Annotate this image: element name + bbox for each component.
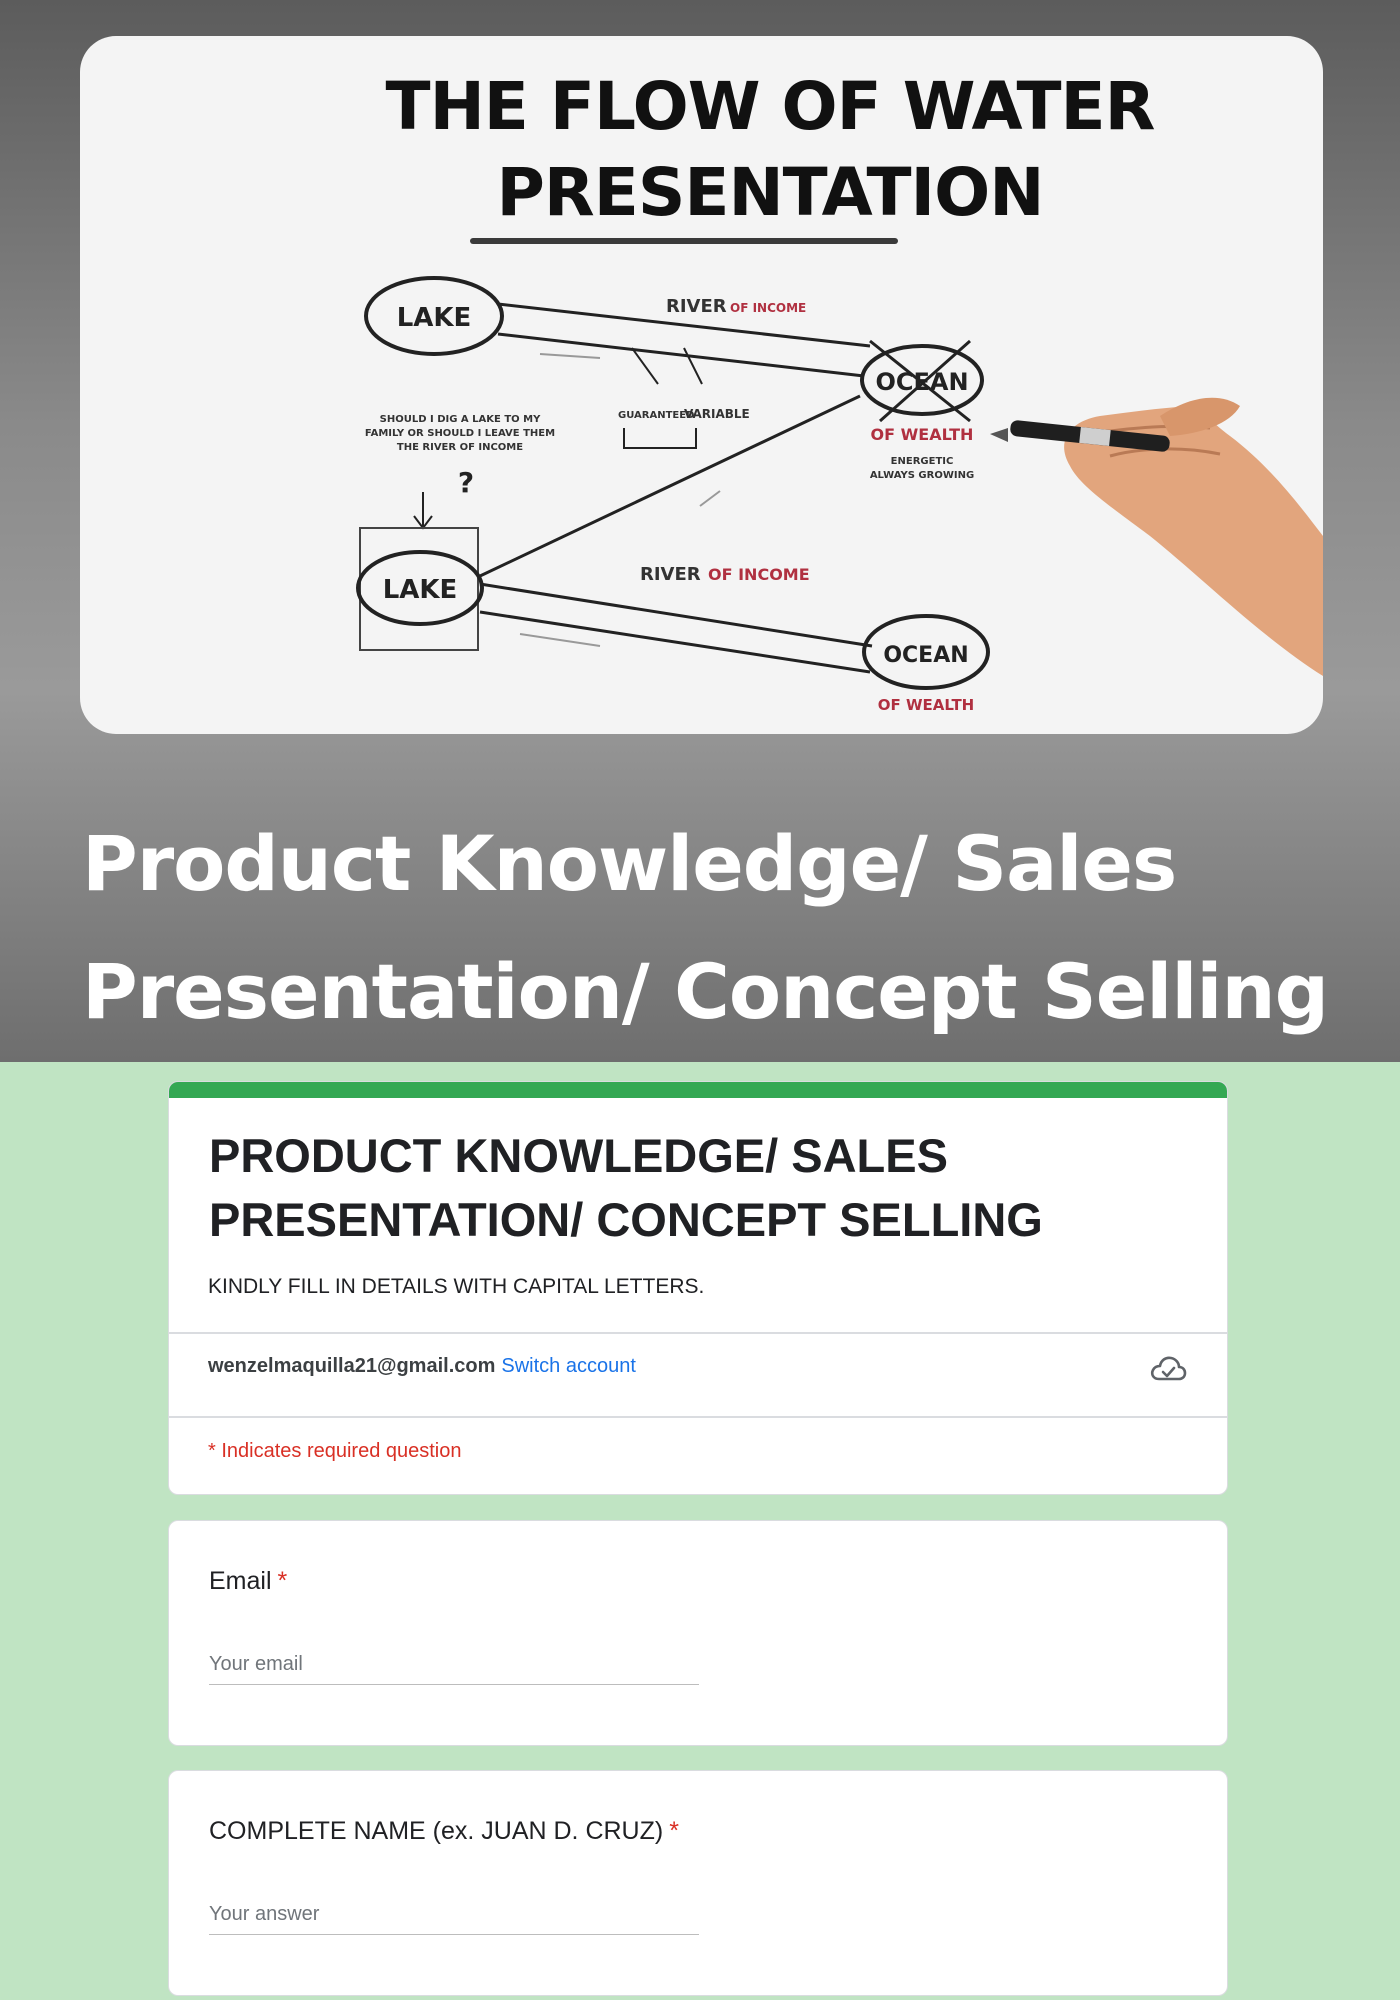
account-email: wenzelmaquilla21@gmail.com (208, 1355, 496, 1377)
ocean-top-label: OCEAN (875, 368, 968, 396)
complete-name-input[interactable] (209, 1895, 699, 1935)
ocean-bottom-label: OCEAN (883, 643, 968, 668)
ocean-top-note-2: ALWAYS GROWING (870, 470, 974, 481)
required-asterisk: * (277, 1567, 288, 1595)
flow-of-water-image: THE FLOW OF WATER PRESENTATION LAKE RIVE… (80, 36, 1323, 734)
variable-label: VARIABLE (684, 407, 750, 421)
question-label-text: COMPLETE NAME (ex. JUAN D. CRUZ) (209, 1817, 664, 1845)
question-label-text: Email (209, 1567, 272, 1595)
form-title-line-2: PRESENTATION/ CONCEPT SELLING (209, 1193, 1043, 1246)
form-description: KINDLY FILL IN DETAILS WITH CAPITAL LETT… (208, 1275, 705, 1298)
banner-heading-line-2: Presentation/ Concept Selling (82, 947, 1329, 1036)
river-bottom-label: RIVER (640, 564, 701, 585)
hand-with-pen-icon (990, 397, 1323, 676)
lake-bottom-label: LAKE (383, 575, 458, 605)
switch-account-link[interactable]: Switch account (501, 1355, 636, 1377)
question-label: Email * (209, 1567, 287, 1596)
question-line-1: SHOULD I DIG A LAKE TO MY (380, 414, 541, 425)
question-card-complete-name: COMPLETE NAME (ex. JUAN D. CRUZ) * (168, 1770, 1228, 1996)
question-card-email: Email * (168, 1520, 1228, 1746)
question-label: COMPLETE NAME (ex. JUAN D. CRUZ) * (209, 1817, 679, 1846)
divider (169, 1332, 1227, 1334)
divider (169, 1416, 1227, 1418)
river-top-sub: OF INCOME (730, 301, 806, 315)
ocean-top-note-1: ENERGETIC (891, 456, 954, 467)
cloud-saved-icon[interactable] (1148, 1352, 1188, 1386)
email-input[interactable] (209, 1645, 699, 1685)
form-title-line-1: PRODUCT KNOWLEDGE/ SALES (209, 1129, 948, 1182)
account-row: wenzelmaquilla21@gmail.com Switch account (208, 1355, 636, 1378)
question-line-3: THE RIVER OF INCOME (397, 442, 523, 453)
question-mark: ? (458, 466, 474, 499)
required-asterisk: * (669, 1817, 679, 1845)
required-note: * Indicates required question (208, 1440, 462, 1462)
form-accent-strip (169, 1082, 1227, 1098)
question-line-2: FAMILY OR SHOULD I LEAVE THEM (365, 428, 555, 439)
lake-top-label: LAKE (397, 303, 472, 333)
ocean-top-sub: OF WEALTH (871, 425, 974, 444)
river-bottom-sub: OF INCOME (708, 565, 810, 584)
form-title: PRODUCT KNOWLEDGE/ SALES PRESENTATION/ C… (209, 1124, 1169, 1252)
banner-heading: Product Knowledge/ Sales Presentation/ C… (82, 800, 1382, 1056)
header-banner: THE FLOW OF WATER PRESENTATION LAKE RIVE… (0, 0, 1400, 1062)
flow-diagram: LAKE RIVER OF INCOME OCEAN OF WEALTH ENE… (356, 276, 1323, 714)
ocean-bottom-sub: OF WEALTH (878, 696, 974, 714)
guaranteed-label: GUARANTEED (618, 410, 694, 421)
river-top-label: RIVER (666, 296, 727, 317)
banner-heading-line-1: Product Knowledge/ Sales (82, 819, 1177, 908)
